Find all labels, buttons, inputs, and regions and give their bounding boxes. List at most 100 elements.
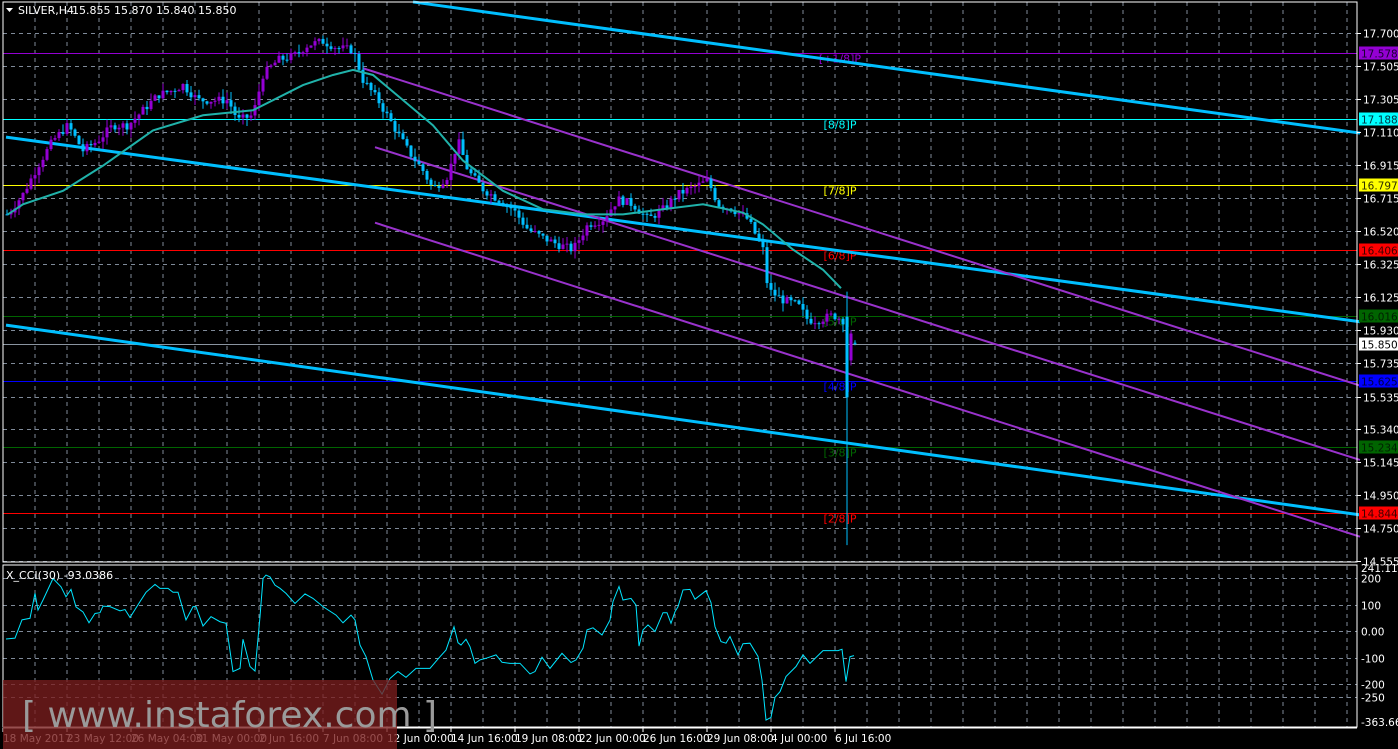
candle-bear — [801, 303, 805, 310]
candle-bull — [453, 153, 457, 164]
candle-bull — [701, 181, 705, 183]
trendline — [412, 0, 1361, 135]
candle-bear — [285, 59, 289, 61]
triangle-down-icon[interactable] — [6, 8, 13, 12]
candle-bull — [109, 125, 113, 128]
candle-bear — [529, 228, 533, 232]
candle-bear — [781, 295, 785, 304]
level-price-value: 15.234 — [1361, 443, 1398, 455]
candle-bear — [749, 218, 753, 222]
candle-bull — [445, 180, 449, 185]
candle-bull — [457, 139, 461, 154]
channel-line — [362, 67, 1361, 387]
candle-bear — [125, 123, 129, 130]
candle-bull — [257, 91, 261, 106]
price-tick-label: 17.110 — [1363, 128, 1398, 140]
candle-bull — [49, 139, 53, 150]
ohlc-label: 15.855 15.870 15.840 15.850 — [72, 4, 236, 17]
candle-bear — [61, 132, 65, 134]
price-tick-label: 16.125 — [1363, 293, 1398, 305]
candle-bear — [397, 131, 401, 134]
candle-bull — [533, 231, 537, 233]
candle-bull — [53, 138, 57, 140]
candle-bull — [269, 65, 273, 67]
candle-bull — [345, 45, 349, 47]
cci-tick-label: -250 — [1361, 693, 1385, 705]
candle-bull — [565, 243, 569, 245]
candle-bear — [537, 231, 541, 234]
candle-bull — [293, 52, 297, 54]
level-price-value: 16.406 — [1361, 246, 1398, 258]
price-tick-label: 15.930 — [1363, 326, 1398, 338]
candle-bull — [241, 114, 245, 118]
candle-bear — [281, 55, 285, 60]
trading-chart[interactable]: [+1/8]P[8/8]P[7/8]P[6/8]P[5/8]P[4/8]P[3/… — [0, 0, 1398, 749]
price-tick-label: 15.735 — [1363, 359, 1398, 371]
candle-bull — [161, 90, 165, 99]
price-tick-label: 17.505 — [1363, 62, 1398, 74]
candle-bear — [173, 90, 177, 92]
candles — [5, 35, 857, 546]
candle-bear — [769, 283, 773, 290]
candle-bull — [689, 186, 693, 188]
candle-bear — [545, 235, 549, 242]
candle-bear — [205, 101, 209, 104]
candle-bear — [409, 145, 413, 157]
candle-bear — [349, 45, 353, 54]
candle-bear — [157, 95, 161, 99]
time-tick-label: 22 Jun 00:00 — [579, 733, 646, 745]
candle-bull — [617, 196, 621, 207]
candle-bear — [817, 323, 821, 325]
price-tick-label: 15.340 — [1363, 425, 1398, 437]
candle-bear — [681, 189, 685, 194]
candle-bear — [321, 38, 325, 44]
candle-bull — [21, 192, 25, 201]
candle-bear — [417, 161, 421, 165]
candle-bear — [337, 48, 341, 50]
candle-bull — [177, 90, 181, 92]
candle-bull — [573, 242, 577, 252]
candle-bull — [821, 321, 825, 324]
candle-bull — [37, 167, 41, 176]
time-tick-label: 6 Jul 16:00 — [835, 733, 891, 745]
candle-bear — [485, 191, 489, 196]
candle-bull — [225, 100, 229, 104]
candle-bull — [141, 106, 145, 115]
candle-bear — [377, 92, 381, 104]
candle-bull — [313, 41, 317, 46]
price-tick-label: 17.305 — [1363, 95, 1398, 107]
candle-bull — [97, 141, 101, 143]
candle-bear — [761, 240, 765, 248]
candle-bear — [493, 194, 497, 201]
candle-bull — [57, 132, 61, 139]
trendlines[interactable] — [5, 0, 1361, 538]
candle-bull — [117, 127, 121, 130]
candle-bull — [837, 318, 841, 320]
symbol-label: SILVER,H4 — [18, 4, 74, 17]
candle-bull — [33, 175, 37, 179]
chart-header: SILVER,H4 15.855 15.870 15.840 15.850 — [6, 4, 236, 17]
candle-bear — [381, 103, 385, 112]
candle-bear — [329, 46, 333, 49]
candle-bear — [477, 175, 481, 183]
candle-bear — [653, 215, 657, 218]
candle-bear — [297, 52, 301, 54]
candle-bull — [625, 198, 629, 205]
cci-tick-label: 100 — [1361, 601, 1381, 613]
candle-bear — [805, 309, 809, 319]
candle-bear — [421, 164, 425, 171]
watermark: [ www.instaforex.com ] — [3, 680, 437, 749]
candle-bull — [657, 209, 661, 218]
candle-bear — [853, 342, 857, 344]
candle-bear — [145, 106, 149, 110]
candle-bear — [553, 239, 557, 244]
candle-bull — [697, 182, 701, 187]
level-label: [4/8]P — [824, 381, 857, 394]
price-tick-label: 17.700 — [1363, 29, 1398, 41]
candle-bear — [77, 135, 81, 145]
level-price-value: 17.578 — [1361, 49, 1398, 61]
cci-tick-label: -363.663 — [1361, 717, 1398, 729]
candle-bear — [481, 182, 485, 192]
candle-bear — [665, 205, 669, 208]
candle-bear — [473, 173, 477, 176]
